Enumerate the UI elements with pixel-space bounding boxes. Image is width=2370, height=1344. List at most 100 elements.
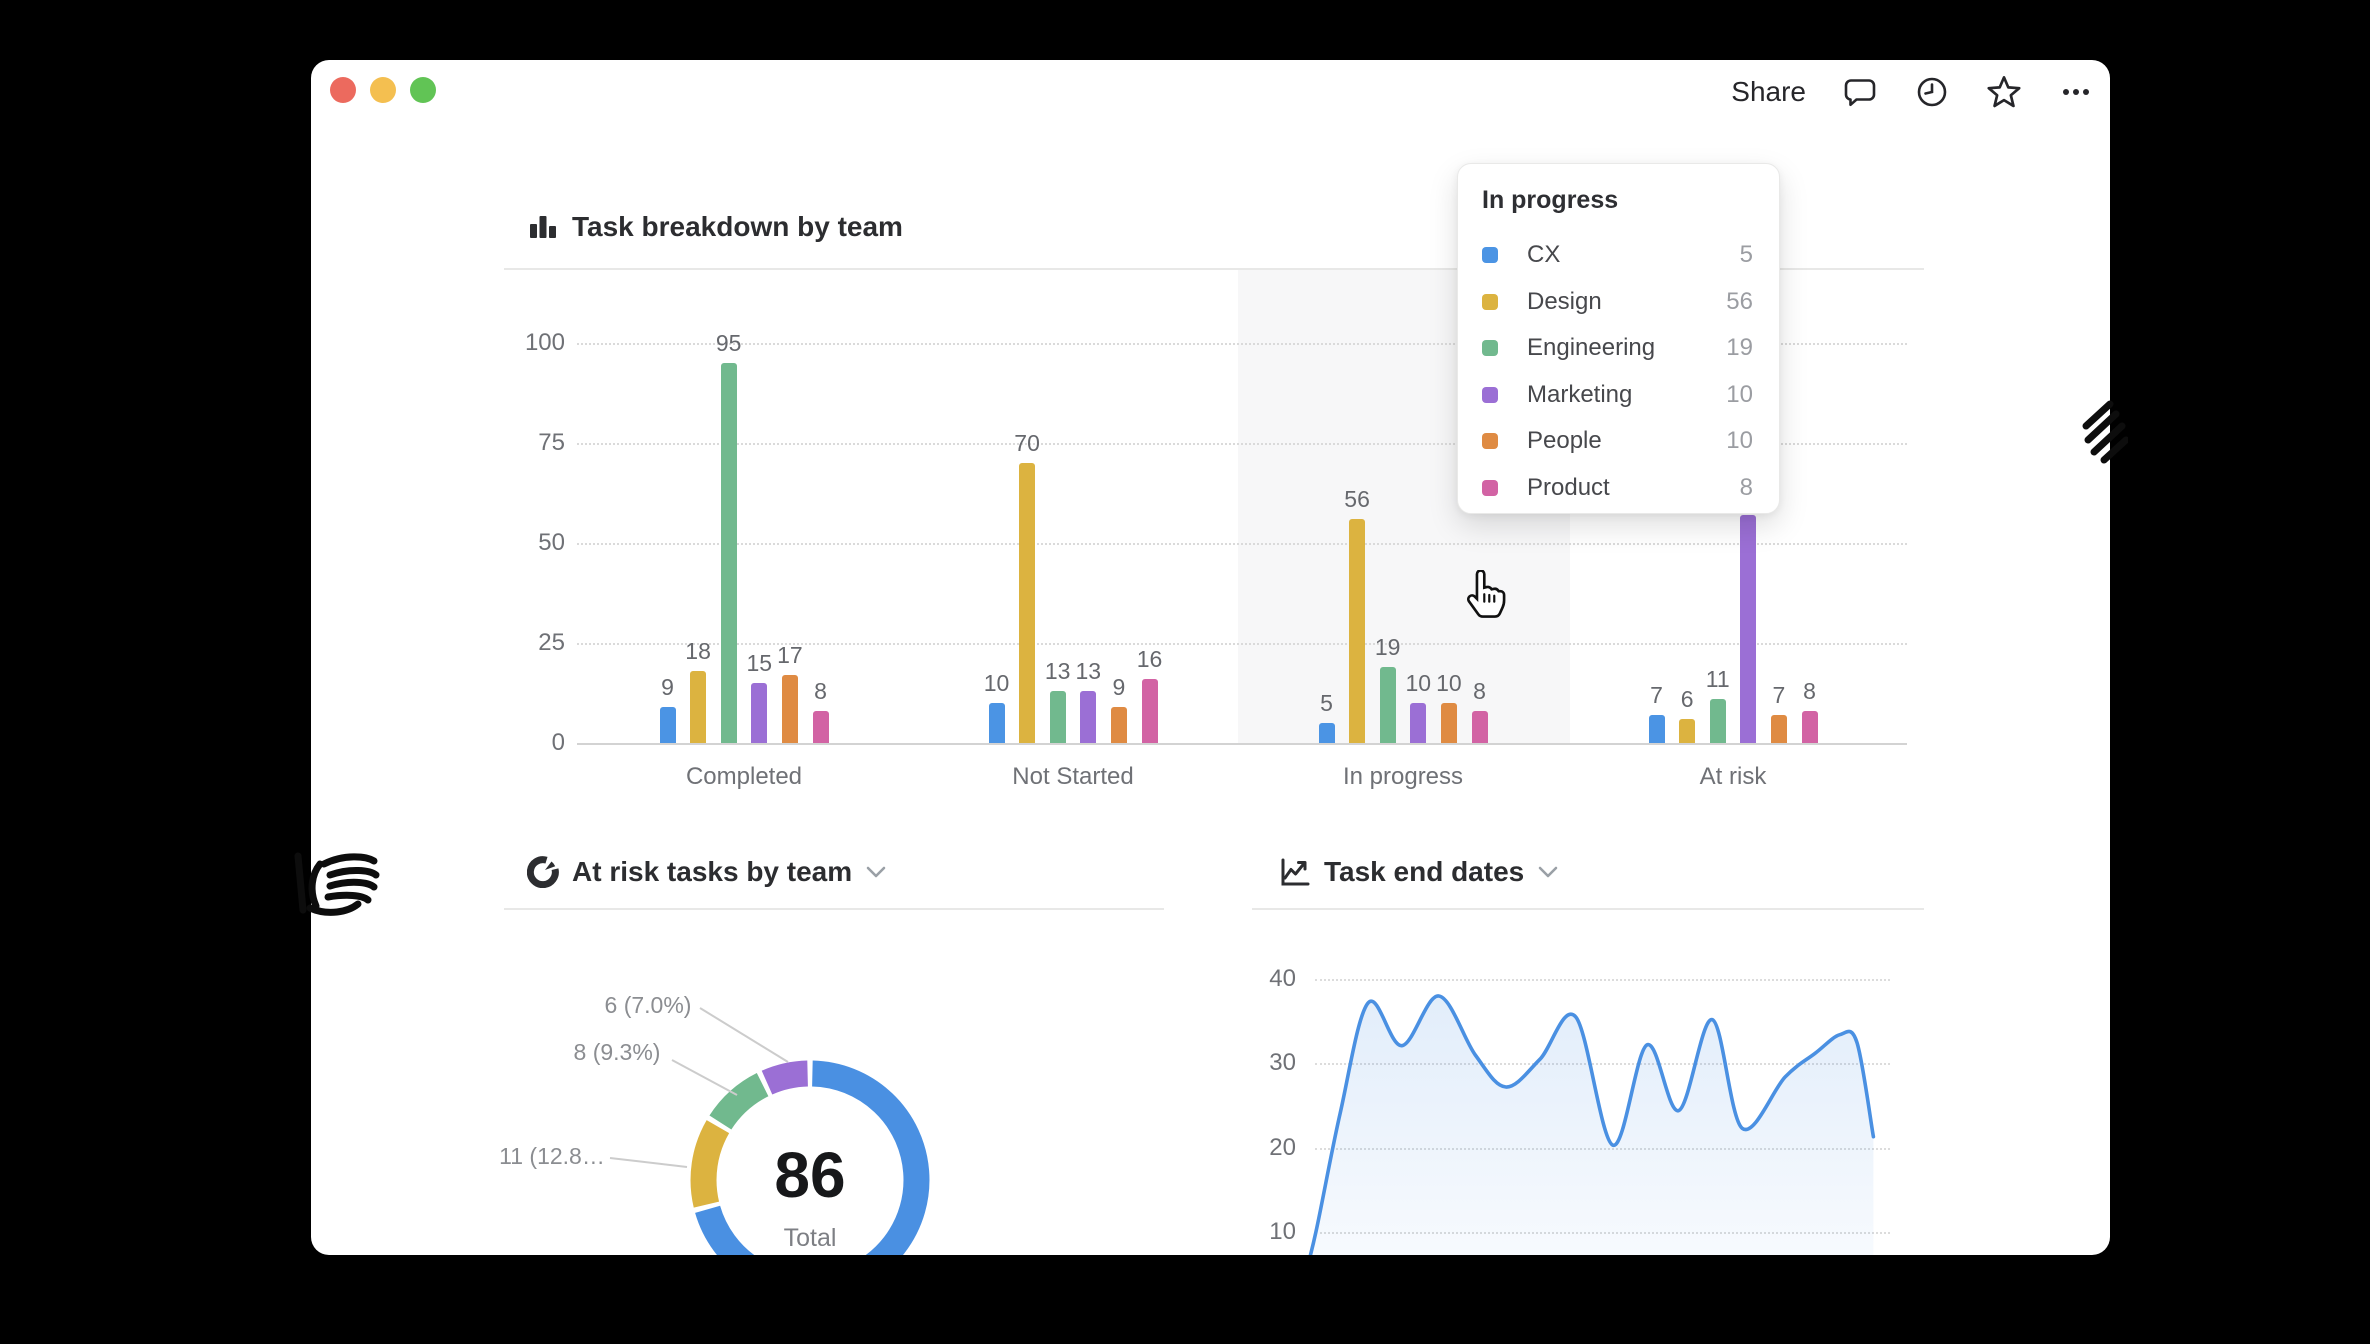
bar-value-label: 17 (755, 642, 825, 669)
y-axis-tick-label: 75 (495, 429, 565, 457)
legend-swatch (1482, 387, 1498, 403)
hand-doodle-scribble (290, 848, 402, 928)
bar-cx-completed[interactable] (660, 707, 676, 743)
y-axis-tick-label: 100 (495, 329, 565, 357)
star-icon[interactable] (1986, 74, 2022, 110)
tooltip-row-label: Marketing (1527, 381, 1632, 409)
donut-chart-icon (527, 856, 559, 888)
donut-chart-header[interactable]: At risk tasks by team (527, 856, 887, 888)
y-axis-tick-label: 20 (1226, 1134, 1296, 1162)
tooltip-row-value: 10 (1726, 381, 1753, 409)
bar-value-label: 95 (694, 330, 764, 357)
legend-swatch (1482, 247, 1498, 263)
y-axis-tick-label: 10 (1226, 1218, 1296, 1246)
bar-engineering-at-risk[interactable] (1710, 699, 1726, 743)
tooltip-row-label: People (1527, 427, 1602, 455)
bar-product-at-risk[interactable] (1802, 711, 1818, 743)
bar-chart-title: Task breakdown by team (572, 211, 903, 243)
x-axis-category-label: Completed (634, 763, 854, 791)
bar-people-in-progress[interactable] (1441, 703, 1457, 743)
bar-people-not-started[interactable] (1111, 707, 1127, 743)
app-window: Share (311, 60, 2110, 1255)
bar-value-label: 8 (1445, 678, 1515, 705)
area-fill (1303, 996, 1873, 1255)
tooltip-title: In progress (1482, 186, 1753, 215)
area-chart (1303, 960, 1895, 1255)
comment-icon[interactable] (1842, 74, 1878, 110)
bar-value-label: 56 (1322, 486, 1392, 513)
x-axis-category-label: At risk (1623, 763, 1843, 791)
window-controls (330, 77, 436, 103)
tooltip-row: Design 56 (1482, 279, 1753, 326)
bar-engineering-not-started[interactable] (1050, 691, 1066, 743)
history-clock-icon[interactable] (1914, 74, 1950, 110)
squiggle-scribble (2078, 392, 2128, 472)
y-axis-tick-label: 30 (1226, 1049, 1296, 1077)
bar-cx-not-started[interactable] (989, 703, 1005, 743)
bar-chart-header: Task breakdown by team (527, 211, 903, 243)
bar-engineering-completed[interactable] (721, 363, 737, 743)
desktop-background: Share (0, 0, 2370, 1344)
hand-pointer-cursor (1462, 570, 1506, 620)
y-axis-tick-label: 40 (1226, 965, 1296, 993)
x-axis-category-label: In progress (1293, 763, 1513, 791)
bar-product-completed[interactable] (813, 711, 829, 743)
tooltip-row: People 10 (1482, 418, 1753, 465)
zoom-button[interactable] (410, 77, 436, 103)
legend-swatch (1482, 340, 1498, 356)
bar-value-label: 19 (1353, 634, 1423, 661)
legend-swatch (1482, 433, 1498, 449)
chevron-down-icon (1537, 865, 1559, 879)
gridline (577, 743, 1907, 745)
tooltip-row-value: 56 (1726, 288, 1753, 316)
close-button[interactable] (330, 77, 356, 103)
bar-people-at-risk[interactable] (1771, 715, 1787, 743)
tooltip-row-label: Engineering (1527, 334, 1655, 362)
bar-product-not-started[interactable] (1142, 679, 1158, 743)
bar-marketing-in-progress[interactable] (1410, 703, 1426, 743)
bar-design-in-progress[interactable] (1349, 519, 1365, 743)
line-chart-title: Task end dates (1324, 856, 1524, 888)
minimize-button[interactable] (370, 77, 396, 103)
bar-design-not-started[interactable] (1019, 463, 1035, 743)
chart-tooltip: In progress CX 5 Design 56 Engineering 19 Mark… (1457, 163, 1780, 514)
bar-cx-in-progress[interactable] (1319, 723, 1335, 743)
tooltip-row-value: 10 (1726, 427, 1753, 455)
more-ellipsis-icon[interactable] (2058, 74, 2094, 110)
chevron-down-icon (865, 865, 887, 879)
legend-swatch (1482, 480, 1498, 496)
y-axis-tick-label: 25 (495, 629, 565, 657)
divider (504, 908, 1164, 910)
donut-total-label: Total (710, 1224, 910, 1253)
tooltip-row-label: Design (1527, 288, 1602, 316)
bar-value-label: 8 (786, 678, 856, 705)
bar-value-label: 16 (1115, 646, 1185, 673)
bar-design-completed[interactable] (690, 671, 706, 743)
x-axis-category-label: Not Started (963, 763, 1183, 791)
legend-swatch (1482, 294, 1498, 310)
line-chart-icon (1279, 856, 1311, 888)
titlebar-actions: Share (1731, 70, 2094, 114)
tooltip-row: Product 8 (1482, 465, 1753, 512)
gridline (577, 543, 1907, 545)
line-chart-header[interactable]: Task end dates (1279, 856, 1559, 888)
bar-marketing-completed[interactable] (751, 683, 767, 743)
bar-product-in-progress[interactable] (1472, 711, 1488, 743)
bar-value-label: 70 (992, 430, 1062, 457)
y-axis-tick-label: 50 (495, 529, 565, 557)
tooltip-row-label: CX (1527, 241, 1560, 269)
divider (1252, 908, 1924, 910)
bar-cx-at-risk[interactable] (1649, 715, 1665, 743)
tooltip-row-label: Product (1527, 474, 1610, 502)
donut-chart-title: At risk tasks by team (572, 856, 852, 888)
tooltip-row: Marketing 10 (1482, 372, 1753, 419)
tooltip-row: Engineering 19 (1482, 325, 1753, 372)
tooltip-row-value: 5 (1740, 241, 1753, 269)
tooltip-row: CX 5 (1482, 232, 1753, 279)
share-button[interactable]: Share (1731, 76, 1806, 108)
bar-value-label: 8 (1775, 678, 1845, 705)
y-axis-tick-label: 0 (495, 729, 565, 757)
tooltip-row-value: 8 (1740, 474, 1753, 502)
tooltip-row-value: 19 (1726, 334, 1753, 362)
bar-design-at-risk[interactable] (1679, 719, 1695, 743)
